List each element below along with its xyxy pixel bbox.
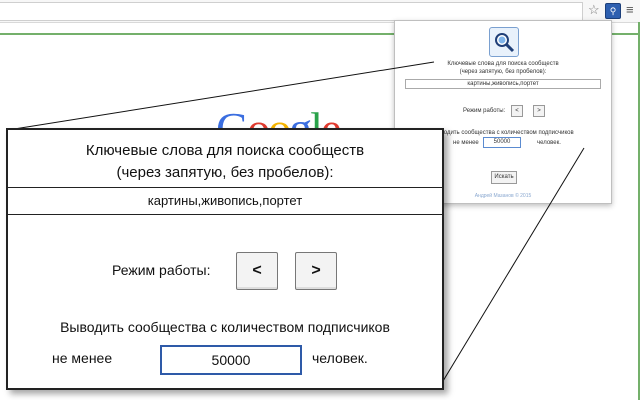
zoom-keywords-input[interactable]: картины,живопись,портет [8,192,442,210]
zoomed-popup: Ключевые слова для поиска сообществ (чер… [6,128,444,390]
divider [8,187,442,188]
zoom-next-button[interactable]: > [295,252,337,290]
zoom-subscribers-label: Выводить сообщества с количеством подпис… [60,319,390,335]
zoom-prev-button[interactable]: < [236,252,278,290]
zoom-min-label: не менее [52,350,113,366]
zoom-title: Ключевые слова для поиска сообществ (чер… [85,142,365,181]
divider [8,214,442,215]
zoom-mode-label: Режим работы: [112,262,211,278]
zoom-unit-label: человек. [312,350,368,366]
zoom-min-subscribers-input[interactable]: 50000 [160,345,302,375]
